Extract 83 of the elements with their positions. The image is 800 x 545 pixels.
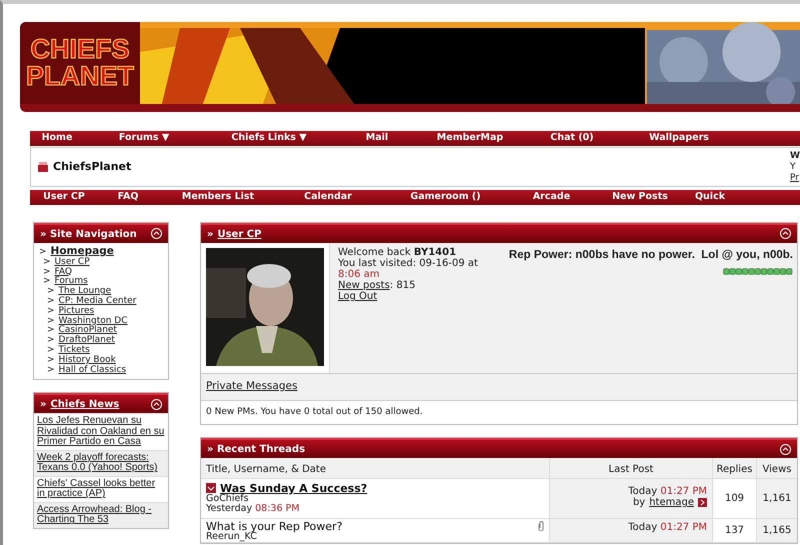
nav-link[interactable]: FAQ [54,266,72,277]
nav-link-item[interactable]: Calendar [278,190,378,205]
last-visited-text: You last visited: 09-16-09 at 8:06 am [338,258,479,280]
replies-count: 109 [724,492,744,506]
collapse-icon[interactable] [151,226,162,242]
nav-link-item[interactable]: Members List [158,190,278,205]
username-link[interactable]: htemage [649,497,694,508]
bullet-icon: > [47,335,55,346]
collapse-icon[interactable] [780,442,791,457]
profile-link[interactable]: Pr [790,172,800,184]
post-count: : 815 [390,280,416,291]
bullet-icon: > [47,286,55,296]
nav-link[interactable]: Pictures [58,306,94,316]
pm-status: 0 New PMs. You have 0 total out of 150 allowed. [206,406,423,417]
rep-power-text: Rep Power: n00bs have no power. Lol @ you, n00b. [508,248,793,263]
go-to-post-icon[interactable] [698,497,707,508]
nav-link-item[interactable]: Chat (0) [520,131,624,146]
nav-link-item[interactable]: Mail [334,131,420,146]
welcome-text: Welcome back BY1401 [338,247,458,258]
private-messages-link[interactable]: Private Messages [206,380,298,392]
nav-link[interactable]: CP: Media Center [58,296,136,306]
last-post-date: Today 01:27 PM [627,522,707,534]
panel-title-link[interactable]: User CP [217,226,262,242]
column-header: Title, Username, & Date [206,464,326,476]
column-header: Views [762,464,792,476]
bullet-icon: > [43,276,51,286]
last-post-by: by [632,497,646,508]
nav-link-item[interactable]: Home [30,131,84,146]
thread-author: Reerun_KC [206,532,257,542]
nav-link-item[interactable]: Arcade [513,190,590,205]
bullet-icon: > [39,247,47,257]
nav-link-item[interactable]: Gameroom () [378,190,513,205]
nav-link-item[interactable]: Quick [690,190,730,205]
nav-link-item[interactable]: FAQ [98,190,158,205]
chevron-text: » [207,228,214,242]
thread-title-link[interactable]: Was Sunday A Success? [220,484,368,494]
nav-link[interactable]: Forums [54,276,88,286]
nav-link[interactable]: User CP [54,256,90,267]
nav-link[interactable]: DraftoPlanet [58,335,115,346]
panel-title: » Recent Threads [207,442,306,457]
panel-title-link[interactable]: Chiefs News [50,396,120,412]
views-count: 1,161 [762,492,792,506]
collapse-icon[interactable] [151,396,162,412]
column-header: Replies [716,464,752,476]
thread-title-link[interactable]: What is your Rep Power? [206,522,342,532]
nav-link[interactable]: Washington DC [58,316,128,326]
bullet-icon: > [43,266,51,277]
new-posts-link[interactable]: New posts [338,280,390,291]
nav-link[interactable]: Hall of Classics [58,364,126,375]
welcome-text: W [790,150,800,162]
bullet-icon: > [47,325,55,336]
bullet-icon: > [47,296,55,306]
panel-title: » Site Navigation [40,228,137,242]
nav-link-item[interactable]: Forums ▼ [84,131,204,146]
column-header: Last Post [608,464,654,476]
last-post-date: Today 01:27 PM [627,486,707,498]
nav-link-item[interactable]: Chiefs Links ▼ [204,131,334,146]
log-out-link[interactable]: Log Out [338,291,378,302]
bullet-icon: > [47,364,55,375]
replies-count: 137 [724,524,744,538]
nav-link[interactable]: The Lounge [58,286,112,296]
collapse-icon[interactable] [780,226,791,242]
bullet-icon: > [47,306,55,316]
nav-link-item[interactable]: User CP [30,190,98,205]
views-count: 1,165 [762,524,792,538]
nav-link[interactable]: CasinoPlanet [58,325,117,336]
welcome-text: Y [790,162,796,172]
nav-link[interactable]: History Book [58,354,116,365]
nav-link-item[interactable]: New Posts [590,190,690,205]
nav-link[interactable]: Homepage [50,245,114,257]
nav-link-item[interactable]: MemberMap [420,131,520,146]
nav-link-item[interactable]: Wallpapers [624,131,734,146]
nav-link[interactable]: Tickets [58,344,90,355]
chevron-text: » [40,398,46,412]
news-link[interactable]: Los Jefes Renuevan su Rivalidad con Oakland en su Primer Partido en Casa [37,416,165,448]
site-title: ChiefsPlanet [53,158,132,175]
thread-date: Yesterday 08:36 PM [206,504,300,514]
bullet-icon: > [47,344,55,355]
bullet-icon: > [47,354,55,365]
bullet-icon: > [43,256,51,267]
news-link[interactable]: Chiefs' Cassel looks better in practice (AP) [37,478,165,500]
bullet-icon: > [47,316,55,326]
thread-author: GoChiefs [206,494,249,504]
